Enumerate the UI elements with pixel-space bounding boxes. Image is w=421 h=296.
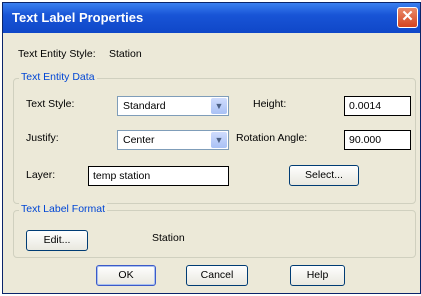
dialog-title: Text Label Properties xyxy=(12,10,144,25)
close-icon[interactable]: ✕ xyxy=(397,7,418,28)
height-value: 0.0014 xyxy=(349,100,382,112)
select-button[interactable]: Select... xyxy=(289,165,359,186)
layer-field[interactable]: temp station xyxy=(88,166,229,186)
justify-value: Center xyxy=(123,134,155,146)
justify-label: Justify: xyxy=(26,132,59,144)
layer-label: Layer: xyxy=(26,169,56,181)
help-button[interactable]: Help xyxy=(290,265,345,286)
rotation-angle-value: 90.000 xyxy=(349,134,382,146)
entity-style-value: Station xyxy=(109,48,142,60)
chevron-down-icon[interactable]: ▼ xyxy=(211,132,227,148)
rotation-angle-label: Rotation Angle: xyxy=(236,132,308,144)
layer-value: temp station xyxy=(93,170,151,182)
text-label-properties-dialog: Text Label Properties ✕ Text Entity Styl… xyxy=(2,2,421,294)
text-label-format-legend: Text Label Format xyxy=(19,203,108,215)
chevron-down-icon[interactable]: ▼ xyxy=(211,98,227,114)
height-field[interactable]: 0.0014 xyxy=(344,96,411,116)
edit-button[interactable]: Edit... xyxy=(26,230,88,251)
ok-button[interactable]: OK xyxy=(96,265,156,286)
text-entity-data-legend: Text Entity Data xyxy=(19,71,97,83)
text-style-label: Text Style: xyxy=(26,98,75,110)
text-style-select[interactable]: Standard ▼ xyxy=(117,96,229,116)
text-style-value: Standard xyxy=(123,100,166,112)
rotation-angle-field[interactable]: 90.000 xyxy=(344,130,411,150)
label-format-value: Station xyxy=(152,232,185,244)
title-bar: Text Label Properties ✕ xyxy=(3,3,420,33)
text-label-format-group: Text Label Format Edit... Station xyxy=(13,203,416,258)
text-entity-data-group: Text Entity Data Text Style: Standard ▼ … xyxy=(13,71,416,204)
cancel-button[interactable]: Cancel xyxy=(186,265,248,286)
height-label: Height: xyxy=(253,98,287,110)
entity-style-label: Text Entity Style: xyxy=(18,48,96,60)
justify-select[interactable]: Center ▼ xyxy=(117,130,229,150)
